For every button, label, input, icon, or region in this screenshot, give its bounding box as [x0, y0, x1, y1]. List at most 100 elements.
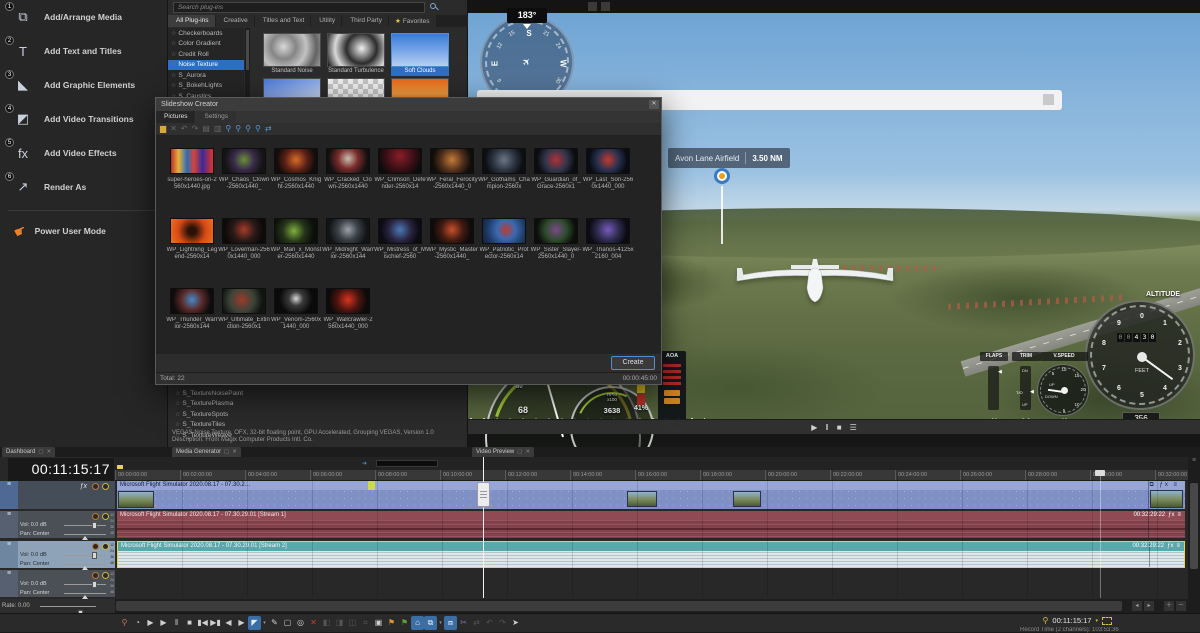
trim-start-icon[interactable]: ◧: [320, 616, 333, 630]
group-icon[interactable]: ⧈: [444, 616, 457, 630]
float-icon[interactable]: ▢: [517, 449, 522, 455]
envelope-tool-icon[interactable]: ✎: [268, 616, 281, 630]
secondary-marker-handle[interactable]: [1095, 470, 1105, 476]
mute-button[interactable]: [92, 483, 99, 490]
rotate-left-icon[interactable]: ↶: [181, 123, 188, 135]
plugin-tree-item[interactable]: ☆S_TexturePlasma: [172, 399, 282, 410]
vertical-scrollbar[interactable]: ≡: [1188, 457, 1200, 613]
favorite-star-icon[interactable]: ☆: [175, 390, 180, 397]
pin-prev-icon[interactable]: ⚲: [235, 123, 241, 135]
picture-item[interactable]: WP_Thanos-4125x2160_004: [582, 218, 634, 288]
track-fx-button[interactable]: ƒx: [80, 483, 87, 490]
favorite-star-icon[interactable]: ☆: [171, 40, 176, 47]
mute-button[interactable]: [92, 543, 99, 550]
ripple-dropdown-icon[interactable]: ▾: [437, 616, 444, 630]
shuffle-icon[interactable]: ⇄: [265, 123, 272, 135]
favorite-star-icon[interactable]: ☆: [171, 30, 176, 37]
dialog-tab[interactable]: Settings: [196, 111, 236, 123]
playhead-trim-handle[interactable]: [477, 482, 490, 507]
scroll-right-button[interactable]: ▸: [1144, 601, 1154, 611]
loop-playback-icon[interactable]: ◔: [131, 616, 144, 630]
picture-item[interactable]: WP_Gothams_Champion-2560x: [478, 148, 530, 218]
favorite-star-icon[interactable]: ☆: [175, 411, 180, 418]
favorite-star-icon[interactable]: ☆: [171, 72, 176, 79]
sidebar-item[interactable]: ⧉ 1 Add/Arrange Media: [0, 0, 167, 34]
play-icon[interactable]: ▶: [157, 616, 170, 630]
split-icon[interactable]: ✂: [457, 616, 470, 630]
picture-item[interactable]: WP_Last_Son-2560x1440_000: [582, 148, 634, 218]
pan-slider[interactable]: [64, 593, 106, 594]
create-button[interactable]: Create: [611, 356, 655, 370]
lock-icon[interactable]: ▣: [372, 616, 385, 630]
picture-item[interactable]: WP_Cosmos_Knight-2560x1440: [270, 148, 322, 218]
cursor-icon[interactable]: ➤: [509, 616, 522, 630]
plugin-tree-item[interactable]: ☆S_TextureNoisePaint: [172, 388, 282, 399]
plugin-tree-item[interactable]: ☆Color Gradient: [168, 39, 244, 50]
preset-standard-turbulence[interactable]: Standard Turbulence: [327, 33, 385, 76]
search-input[interactable]: Search plug-ins: [173, 2, 425, 13]
favorite-star-icon[interactable]: ☆: [171, 82, 176, 89]
video-event[interactable]: Microsoft Flight Simulator 2020.08.17 - …: [117, 481, 1185, 509]
dialog-title[interactable]: Slideshow Creator: [156, 98, 661, 111]
event-menu-button[interactable]: ≡: [1176, 543, 1180, 549]
event-fx-button[interactable]: ƒx: [1167, 543, 1173, 549]
sidebar-item[interactable]: T 2 Add Text and Titles: [0, 34, 167, 68]
volume-slider[interactable]: [64, 525, 106, 526]
event-edit-handle[interactable]: [368, 481, 375, 490]
plugin-tab[interactable]: All Plug-ins: [168, 15, 215, 27]
picture-item[interactable]: WP_Man_x_Monster-2560x1440: [270, 218, 322, 288]
track-grip[interactable]: ≡: [0, 570, 18, 597]
tab-media-generator[interactable]: Media Generator▢✕: [172, 447, 241, 457]
favorite-star-icon[interactable]: ☆: [175, 421, 180, 428]
close-icon[interactable]: ✕: [232, 449, 237, 455]
audio-event-stream2-selected[interactable]: Microsoft Flight Simulator 2020.08.17 - …: [117, 541, 1185, 568]
close-icon[interactable]: ✕: [525, 449, 530, 455]
audio-track-header-selected[interactable]: ≡ Vol: 0.0 dB Pan: Center 12243648: [0, 541, 115, 568]
picture-item[interactable]: WP_Sister_Slayer-2560x1440_0: [530, 218, 582, 288]
marker-bar[interactable]: ➜: [115, 457, 1188, 470]
plugin-tree-item[interactable]: ☆S_TextureTiles: [172, 420, 282, 431]
float-icon[interactable]: ▢: [38, 449, 43, 455]
swap-icon[interactable]: ⇄: [470, 616, 483, 630]
next-frame-icon[interactable]: ▶: [235, 616, 248, 630]
sidebar-item[interactable]: ◩ 4 Add Video Transitions: [0, 102, 167, 136]
playback-rate-control[interactable]: Rate: 0.00: [0, 599, 115, 613]
track-grip[interactable]: ≡: [0, 481, 18, 509]
audio-track-header[interactable]: ≡ Vol: 0.0 dB Pan: Center 12243648: [0, 570, 115, 597]
mute-button[interactable]: [92, 513, 99, 520]
plugin-tab[interactable]: Third Party: [342, 15, 388, 27]
zoom-out-button[interactable]: －: [1176, 601, 1186, 611]
preview-toolbar-button[interactable]: [601, 2, 610, 11]
plugin-tab[interactable]: Titles and Text: [255, 15, 311, 27]
picture-item[interactable]: WP_Midnight_Warrior-2560x144: [322, 218, 374, 288]
picture-item[interactable]: super-heroes-on-2560x1440.jpg: [166, 148, 218, 218]
event-fx-button[interactable]: ƒx: [1168, 512, 1174, 518]
go-to-start-icon[interactable]: ▮◀: [196, 616, 209, 630]
preset-standard-noise[interactable]: Standard Noise: [263, 33, 321, 76]
picture-item[interactable]: WP_Chaos_Clown-2560x1440_: [218, 148, 270, 218]
stop-icon[interactable]: ■: [183, 616, 196, 630]
plugin-tree-item[interactable]: ☆S_TextureSpots: [172, 409, 282, 420]
picture-item[interactable]: WP_Crimson_Defender-2560x14: [374, 148, 426, 218]
track-grip[interactable]: ≡: [0, 511, 18, 538]
preview-play-button[interactable]: ▶: [811, 420, 817, 435]
snap-icon[interactable]: ⌗: [359, 616, 372, 630]
time-ruler[interactable]: 00:00:00:0000:02:00:0000:04:00:0000:06:0…: [115, 470, 1188, 481]
marker-flag-icon[interactable]: ⚑: [385, 616, 398, 630]
go-to-end-icon[interactable]: ▶▮: [209, 616, 222, 630]
close-icon[interactable]: ✕: [649, 100, 659, 109]
picture-item[interactable]: WP_Loverman-2560x1440_000: [218, 218, 270, 288]
normal-edit-tool-icon[interactable]: ◤: [248, 616, 261, 630]
zoom-tool-icon[interactable]: ◎: [294, 616, 307, 630]
preset-soft-clouds[interactable]: Soft Clouds: [391, 33, 449, 76]
plugin-tree-item[interactable]: ☆Credit Roll: [168, 49, 244, 60]
hscroll-thumb[interactable]: [116, 601, 1122, 611]
playhead-cursor[interactable]: [483, 457, 484, 598]
power-user-mode-button[interactable]: ☛ Power User Mode: [0, 216, 168, 246]
split-trim-icon[interactable]: ◫: [346, 616, 359, 630]
redo-icon[interactable]: ↷: [496, 616, 509, 630]
auto-ripple-icon[interactable]: ⌂: [411, 616, 424, 630]
ignore-grouping-icon[interactable]: ⧉: [424, 616, 437, 630]
sort-desc-icon[interactable]: ▥: [214, 123, 222, 135]
picture-item[interactable]: WP_Ultimate_Extinction-2560x1: [218, 288, 270, 358]
